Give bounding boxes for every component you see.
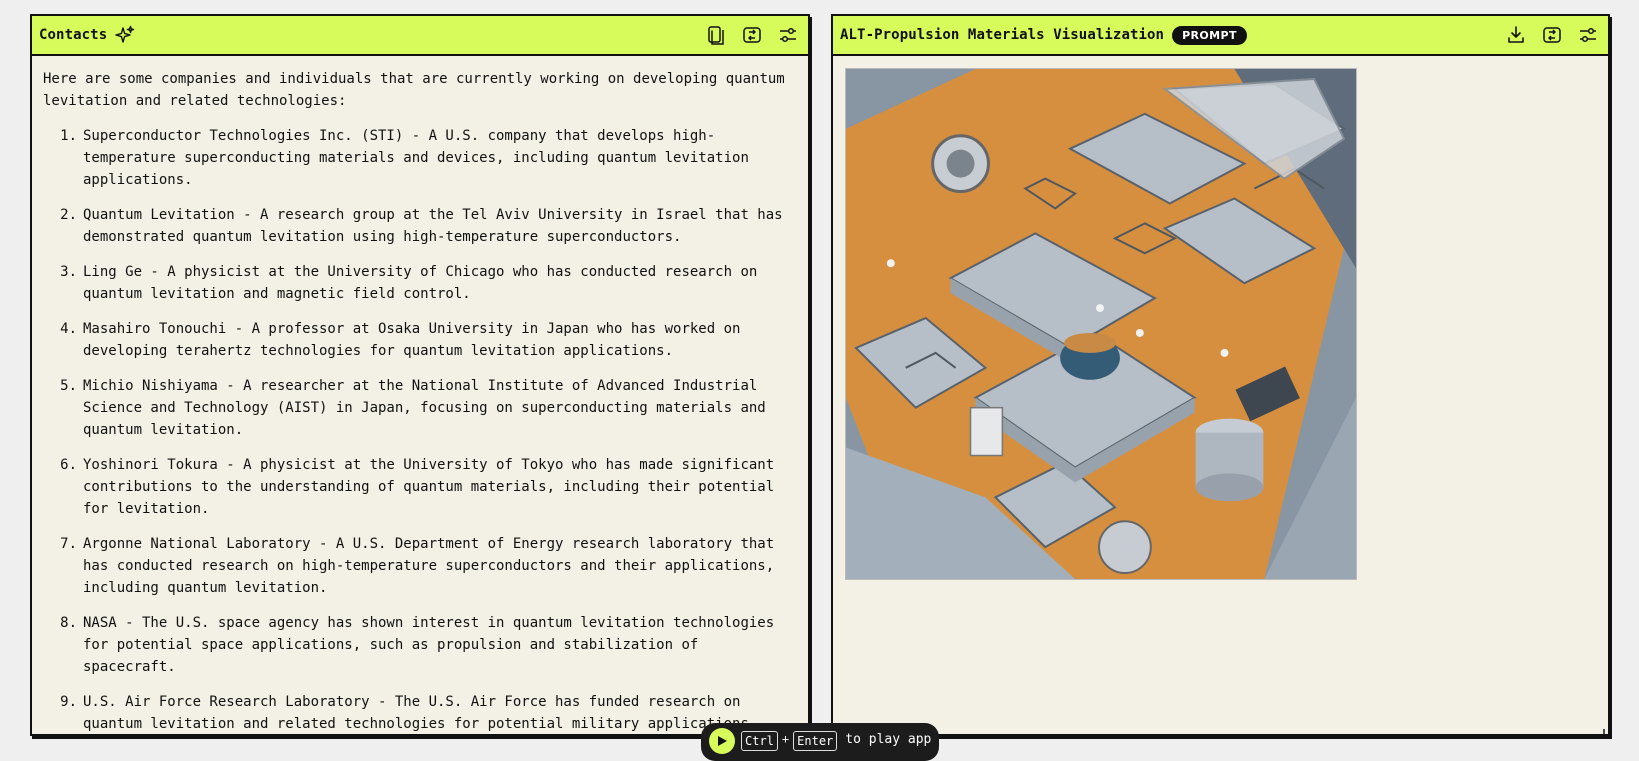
list-item-number: 8. — [60, 615, 77, 631]
list-item-text: Quantum Levitation - A research group at… — [83, 207, 783, 245]
resize-handle-icon[interactable] — [1596, 722, 1605, 734]
list-item-text: Masahiro Tonouchi - A professor at Osaka… — [83, 321, 741, 359]
play-hint-text: to play app — [845, 732, 932, 747]
contacts-panel-header: Contacts — [32, 16, 808, 56]
list-item-text: Michio Nishiyama - A researcher at the N… — [83, 378, 766, 438]
visualization-panel: ALT-Propulsion Materials Visualization P… — [831, 14, 1610, 736]
contacts-panel-title: Contacts — [39, 27, 108, 43]
download-icon[interactable] — [1504, 23, 1528, 47]
contacts-list: 1. Superconductor Technologies Inc. (STI)… — [43, 125, 796, 734]
list-item-number: 9. — [60, 694, 77, 710]
list-item: 4. Masahiro Tonouchi - A professor at Osa… — [43, 318, 796, 362]
enter-key: Enter — [793, 731, 838, 751]
list-item: 3. Ling Ge - A physicist at the Universit… — [43, 261, 796, 305]
list-item: 8. NASA - The U.S. space agency has shown… — [43, 612, 796, 678]
play-app-bar: Ctrl + Enter to play app — [701, 723, 939, 761]
list-item-text: NASA - The U.S. space agency has shown i… — [83, 615, 775, 675]
list-item-text: Yoshinori Tokura - A physicist at the Un… — [83, 457, 775, 517]
visualization-panel-title: ALT-Propulsion Materials Visualization — [840, 27, 1165, 43]
list-item-text: Argonne National Laboratory - A U.S. Dep… — [83, 536, 775, 596]
sliders-icon[interactable] — [1576, 23, 1600, 47]
list-item-text: Ling Ge - A physicist at the University … — [83, 264, 758, 302]
image-container — [833, 56, 1608, 580]
list-item-number: 6. — [60, 457, 77, 473]
sliders-icon[interactable] — [776, 23, 800, 47]
list-item-number: 7. — [60, 536, 77, 552]
list-item: 9. U.S. Air Force Research Laboratory - T… — [43, 691, 796, 734]
sparkle-icon[interactable] — [115, 25, 135, 45]
list-item-number: 1. — [60, 128, 77, 144]
list-item-number: 2. — [60, 207, 77, 223]
refresh-icon[interactable] — [740, 23, 764, 47]
list-item-number: 4. — [60, 321, 77, 337]
play-button[interactable] — [709, 728, 735, 754]
list-item: 1. Superconductor Technologies Inc. (STI)… — [43, 125, 796, 191]
visualization-panel-header: ALT-Propulsion Materials Visualization P… — [833, 16, 1608, 56]
list-item: 7. Argonne National Laboratory - A U.S. D… — [43, 533, 796, 599]
contacts-panel: Contacts Here are some companies and ind… — [30, 14, 810, 736]
list-item-number: 5. — [60, 378, 77, 394]
list-item-text: Superconductor Technologies Inc. (STI) -… — [83, 128, 749, 188]
key-plus: + — [781, 732, 790, 746]
list-item-number: 3. — [60, 264, 77, 280]
refresh-icon[interactable] — [1540, 23, 1564, 47]
list-item-text: U.S. Air Force Research Laboratory - The… — [83, 694, 758, 732]
play-icon — [718, 736, 727, 746]
copy-icon[interactable] — [704, 23, 728, 47]
list-item: 6. Yoshinori Tokura - A physicist at the … — [43, 454, 796, 520]
prompt-badge[interactable]: PROMPT — [1172, 25, 1247, 45]
list-item: 5. Michio Nishiyama - A researcher at the… — [43, 375, 796, 441]
ctrl-key: Ctrl — [741, 731, 778, 751]
intro-text: Here are some companies and individuals … — [43, 71, 785, 109]
contacts-content: Here are some companies and individuals … — [32, 56, 808, 734]
list-item: 2. Quantum Levitation - A research group … — [43, 204, 796, 248]
generated-image[interactable] — [845, 68, 1357, 580]
